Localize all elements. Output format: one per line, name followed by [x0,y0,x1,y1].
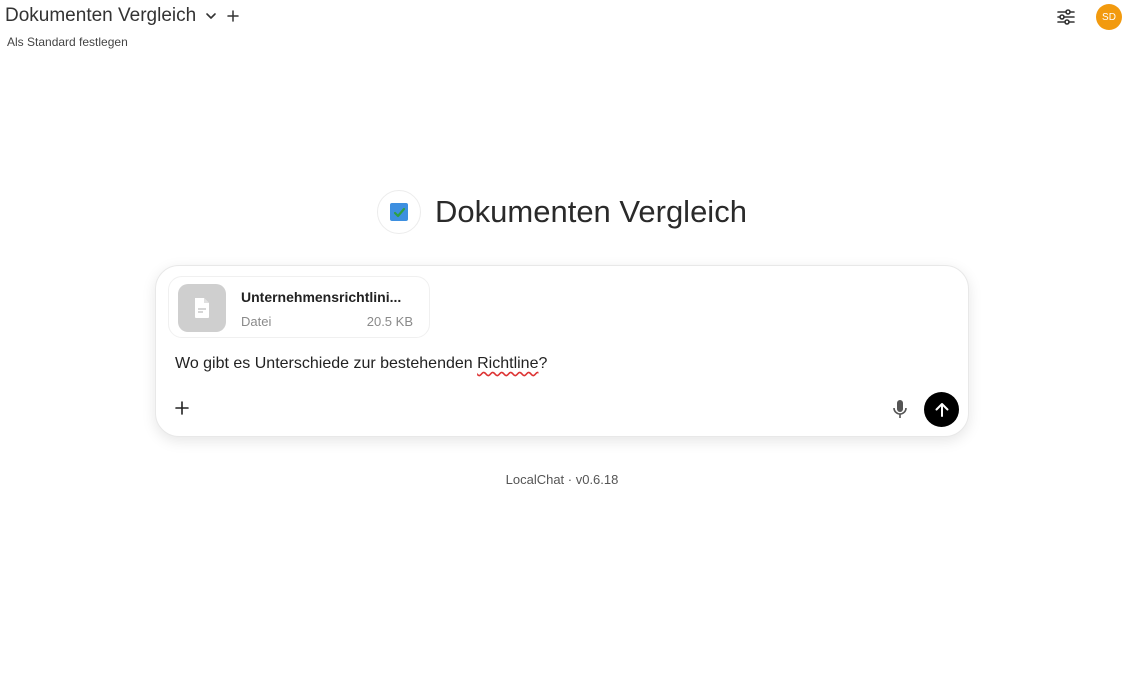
set-default-link[interactable]: Als Standard festlegen [7,35,128,49]
message-composer: Unternehmensrichtlini... Datei 20.5 KB W… [155,265,969,437]
version-footer: LocalChat · v0.6.18 [505,472,619,487]
user-avatar[interactable]: SD [1096,4,1122,30]
top-right-controls: SD [1056,4,1122,30]
hero-heading: Dokumenten Vergleich [0,190,1124,234]
file-icon [178,284,226,332]
chat-page: Dokumenten Vergleich Als Standard festle… [0,0,1124,690]
attachment-type: Datei [241,314,272,329]
hero-title: Dokumenten Vergleich [435,194,747,229]
message-text-end: ? [538,355,548,372]
sliders-icon[interactable] [1056,7,1076,27]
attachment-name: Unternehmensrichtlini... [241,289,402,305]
model-name[interactable]: Dokumenten Vergleich [5,5,196,27]
chevron-down-icon[interactable] [204,9,218,23]
misspelled-word: Richtline [477,355,539,372]
model-logo-icon [377,190,422,234]
message-input[interactable]: Wo gibt es Unterschiede zur bestehenden … [175,355,547,373]
message-text: Wo gibt es Unterschiede zur bestehenden [175,355,478,372]
add-attachment-plus-icon[interactable] [174,400,190,416]
send-button[interactable] [924,392,959,427]
arrow-up-icon [935,402,948,417]
model-selector[interactable]: Dokumenten Vergleich [5,5,240,27]
attachment-size: 20.5 KB [366,314,413,329]
microphone-icon[interactable] [891,398,909,420]
add-model-plus-icon[interactable] [226,9,240,23]
attachment-card[interactable]: Unternehmensrichtlini... Datei 20.5 KB [168,276,430,338]
